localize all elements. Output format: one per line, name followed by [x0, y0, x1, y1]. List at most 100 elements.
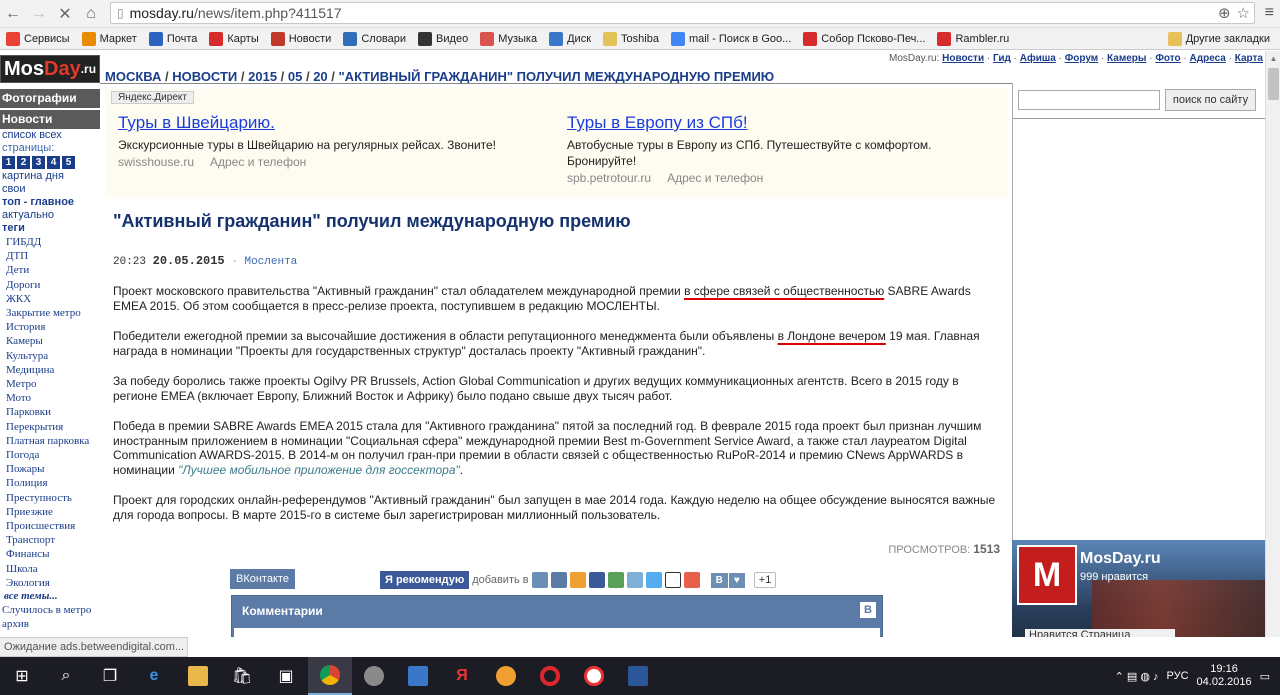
facebook-icon[interactable]	[588, 572, 605, 588]
ad-domain[interactable]: spb.petrotour.ru	[567, 171, 651, 185]
scroll-thumb[interactable]	[1268, 68, 1279, 100]
breadcrumb-item[interactable]: "АКТИВНЫЙ ГРАЖДАНИН" ПОЛУЧИЛ МЕЖДУНАРОДН…	[339, 69, 775, 84]
task-view-icon[interactable]: ❐	[88, 657, 132, 695]
tag-link[interactable]: Приезжие	[0, 505, 100, 519]
menu-icon[interactable]: ≡	[1265, 4, 1274, 22]
breadcrumb-item[interactable]: МОСКВА	[105, 69, 161, 84]
forward-icon[interactable]: →	[26, 0, 52, 28]
top-nav-link[interactable]: Камеры	[1107, 53, 1146, 64]
notifications-icon[interactable]: ▭	[1260, 670, 1270, 683]
tag-link[interactable]: Финансы	[0, 547, 100, 561]
mail-app-icon[interactable]	[396, 657, 440, 695]
back-icon[interactable]: ←	[0, 0, 26, 28]
sidebar-all-topics[interactable]: все темы...	[0, 590, 100, 603]
google-plusone-button[interactable]: +1	[753, 572, 777, 588]
liveinternet-icon[interactable]	[683, 572, 700, 588]
tag-link[interactable]: ЖКХ	[0, 292, 100, 306]
stop-icon[interactable]: ✕	[52, 0, 78, 28]
tag-link[interactable]: Закрытие метро	[0, 306, 100, 320]
vk-icon[interactable]	[550, 572, 567, 588]
tag-link[interactable]: Происшествия	[0, 519, 100, 533]
tag-link[interactable]: Преступность	[0, 491, 100, 505]
breadcrumb-item[interactable]: НОВОСТИ	[172, 69, 237, 84]
edge-icon[interactable]: e	[132, 657, 176, 695]
tag-link[interactable]: Камеры	[0, 334, 100, 348]
zoom-icon[interactable]: ⊕	[1218, 4, 1231, 22]
fb-recommend-button[interactable]: Я рекомендую	[380, 571, 470, 589]
mosday-logo-icon[interactable]: M	[1017, 545, 1077, 605]
tag-link[interactable]: Перекрытия	[0, 420, 100, 434]
sidebar-picture-of-day[interactable]: картина дня	[0, 170, 100, 183]
bookmark-item[interactable]: mail - Поиск в Goo...	[665, 28, 797, 50]
sidebar-news[interactable]: Новости	[0, 110, 100, 129]
site-logo[interactable]: Mos Day .ru	[0, 55, 100, 83]
search-icon[interactable]: ⌕	[44, 657, 88, 695]
explorer-icon[interactable]	[176, 657, 220, 695]
app-icon[interactable]	[352, 657, 396, 695]
page-number-link[interactable]: 5	[62, 156, 75, 169]
sidebar-archive[interactable]: архив	[0, 617, 100, 631]
twitter-icon[interactable]	[645, 572, 662, 588]
top-nav-link[interactable]: Фото	[1155, 53, 1180, 64]
tray-icons[interactable]: ⌃ ▤ ◍ ♪	[1115, 670, 1159, 683]
top-nav-link[interactable]: Форум	[1065, 53, 1098, 64]
article-source[interactable]: Мослента	[244, 256, 297, 268]
page-number-link[interactable]: 3	[32, 156, 45, 169]
breadcrumb-item[interactable]: 20	[313, 69, 327, 84]
search-input[interactable]	[1018, 90, 1160, 110]
top-nav-link[interactable]: Карта	[1235, 53, 1263, 64]
yandex-browser-icon[interactable]	[572, 657, 616, 695]
bookmark-icon[interactable]	[531, 572, 548, 588]
tag-link[interactable]: Погода	[0, 448, 100, 462]
bookmark-item[interactable]: Словари	[337, 28, 412, 50]
page-number-link[interactable]: 4	[47, 156, 60, 169]
page-scrollbar[interactable]: ▲	[1265, 51, 1280, 637]
bookmark-item[interactable]: Видео	[412, 28, 474, 50]
bookmark-item[interactable]: Toshiba	[597, 28, 665, 50]
fb-page-name[interactable]: MosDay.ru	[1080, 550, 1161, 568]
breadcrumb-item[interactable]: 2015	[248, 69, 277, 84]
top-nav-link[interactable]: Афиша	[1020, 53, 1056, 64]
store-icon[interactable]: 🛍	[220, 657, 264, 695]
ad-contact-link[interactable]: Адрес и телефон	[667, 171, 763, 185]
tag-link[interactable]: Культура	[0, 349, 100, 363]
tag-link[interactable]: Дети	[0, 263, 100, 277]
page-number-link[interactable]: 1	[2, 156, 15, 169]
chrome-icon[interactable]	[308, 657, 352, 695]
odnoklassniki-app-icon[interactable]	[484, 657, 528, 695]
bookmark-item[interactable]: Почта	[143, 28, 204, 50]
bookmark-item[interactable]: Rambler.ru	[931, 28, 1015, 50]
page-number-link[interactable]: 2	[17, 156, 30, 169]
tag-link[interactable]: Дороги	[0, 278, 100, 292]
language-indicator[interactable]: РУС	[1167, 670, 1189, 682]
star-icon[interactable]: ☆	[1237, 4, 1250, 22]
scroll-up-icon[interactable]: ▲	[1266, 51, 1280, 66]
bookmark-item[interactable]: Музыка	[474, 28, 543, 50]
vk-like-button[interactable]: B ♥	[710, 572, 745, 588]
sidebar-photos[interactable]: Фотографии	[0, 89, 100, 108]
ad-title-link[interactable]: Туры в Европу из СПб!	[567, 113, 1002, 133]
tag-link[interactable]: История	[0, 320, 100, 334]
bookmark-item[interactable]: Собор Псково-Печ...	[797, 28, 931, 50]
bookmark-item[interactable]: Диск	[543, 28, 597, 50]
breadcrumb-item[interactable]: 05	[288, 69, 302, 84]
tag-link[interactable]: Школа	[0, 562, 100, 576]
tag-link[interactable]: Полиция	[0, 476, 100, 490]
windows-start-icon[interactable]: ⊞	[0, 657, 44, 695]
livejournal-icon[interactable]	[664, 572, 681, 588]
top-nav-link[interactable]: Гид	[993, 53, 1011, 64]
comment-input[interactable]	[234, 628, 880, 637]
yandex-icon[interactable]: Я	[440, 657, 484, 695]
search-button[interactable]: поиск по сайту	[1165, 89, 1256, 111]
tag-link[interactable]: Парковки	[0, 405, 100, 419]
ad-title-link[interactable]: Туры в Швейцарию.	[118, 113, 553, 133]
word-icon[interactable]	[616, 657, 660, 695]
tag-link[interactable]: Метро	[0, 377, 100, 391]
tag-link[interactable]: Платная парковка	[0, 434, 100, 448]
other-bookmarks[interactable]: Другие закладки	[1162, 28, 1276, 50]
fb-like-page-button[interactable]: Нравится Страница	[1025, 629, 1175, 637]
ad-domain[interactable]: swisshouse.ru	[118, 155, 194, 169]
bookmark-item[interactable]: Новости	[265, 28, 338, 50]
bookmark-item[interactable]: Маркет	[76, 28, 143, 50]
ad-contact-link[interactable]: Адрес и телефон	[210, 155, 306, 169]
